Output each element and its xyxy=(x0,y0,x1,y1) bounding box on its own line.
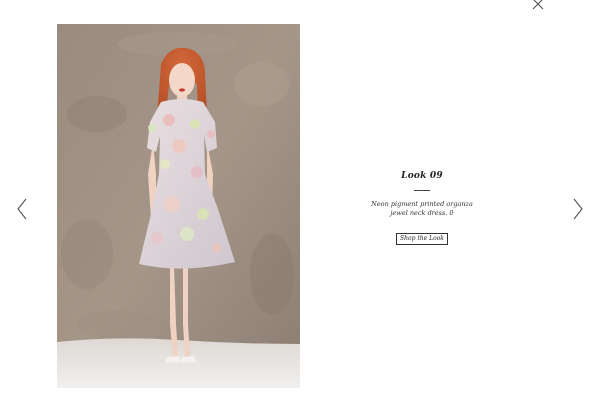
title-divider xyxy=(414,190,430,191)
lookbook-page: Look 09 Neon pigment printed organza jew… xyxy=(0,0,600,400)
close-button[interactable] xyxy=(531,0,545,10)
look-photo xyxy=(57,24,300,388)
look-description-line-1: Neon pigment printed organza xyxy=(371,200,473,208)
shop-the-look-button[interactable]: Shop the Look xyxy=(396,233,448,245)
model-photo-illustration xyxy=(57,24,300,388)
next-look-button[interactable] xyxy=(571,198,585,220)
close-icon xyxy=(532,0,544,10)
chevron-left-icon xyxy=(17,198,27,220)
look-description: Neon pigment printed organza jewel neck … xyxy=(352,200,492,218)
previous-look-button[interactable] xyxy=(15,198,29,220)
look-description-line-2: jewel neck dress. 0 xyxy=(390,209,454,217)
look-title: Look 09 xyxy=(401,171,443,181)
chevron-right-icon xyxy=(573,198,583,220)
look-details: Look 09 Neon pigment printed organza jew… xyxy=(352,170,492,245)
